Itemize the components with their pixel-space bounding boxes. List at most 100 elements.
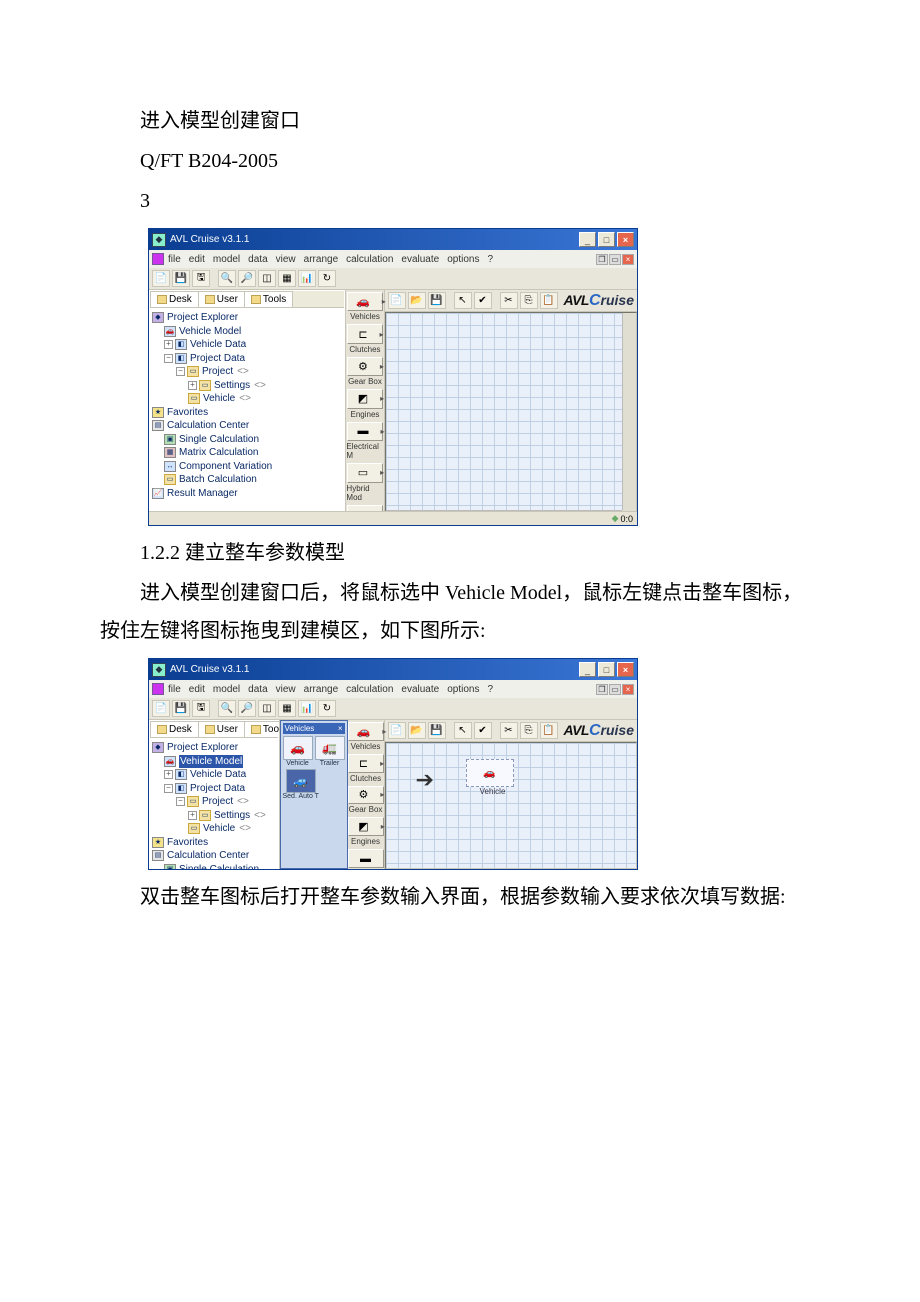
tool-r1-icon[interactable]: 📄 (388, 722, 406, 739)
tree-project-explorer[interactable]: ◆Project Explorer (152, 311, 342, 325)
scrollbar-vertical[interactable] (622, 313, 636, 510)
popup-sedauto-button[interactable]: 🚙 (286, 769, 316, 793)
tab-user[interactable]: User (198, 291, 245, 307)
menu-calculation[interactable]: calculation (346, 254, 393, 265)
tool-r-copy-icon[interactable]: ⎘ (520, 722, 538, 739)
palette-gearbox[interactable]: ⚙ (347, 357, 383, 376)
menu-evaluate[interactable]: evaluate (401, 254, 439, 265)
tree-project[interactable]: −▭Project<> (152, 365, 342, 379)
palette-gearbox[interactable]: ⚙ (348, 786, 384, 805)
tree-single-calc[interactable]: ▣Single Calculation (152, 433, 342, 447)
tree-settings[interactable]: +▭Settings<> (152, 379, 342, 393)
close-button[interactable]: × (617, 662, 634, 677)
expand-icon[interactable]: + (188, 381, 197, 390)
palette-electrical[interactable]: ▬ (347, 422, 383, 441)
tool-r-pointer-icon[interactable]: ↖ (454, 292, 472, 309)
tool-r-open-icon[interactable]: 📂 (408, 292, 426, 309)
maximize-button[interactable]: □ (598, 232, 615, 247)
menu-edit[interactable]: edit (189, 684, 205, 695)
tool-save2-icon[interactable]: 🖫 (192, 270, 210, 287)
tool-zoomarea-icon[interactable]: ◫ (258, 700, 276, 717)
tree-vehicle-model[interactable]: 🚗Vehicle Model (152, 325, 342, 339)
tool-r-open-icon[interactable]: 📂 (408, 722, 426, 739)
tool-new-icon[interactable]: 📄 (152, 270, 170, 287)
menu-data[interactable]: data (248, 254, 267, 265)
tree-result-manager[interactable]: 📈Result Manager (152, 487, 342, 501)
tool-r-pointer-icon[interactable]: ↖ (454, 722, 472, 739)
palette-engines[interactable]: ◩ (347, 389, 383, 408)
tool-grid-icon[interactable]: ▦ (278, 270, 296, 287)
menu-edit[interactable]: edit (189, 254, 205, 265)
collapse-icon[interactable]: − (164, 354, 173, 363)
tab-desk[interactable]: Desk (150, 291, 199, 307)
tool-r-paste-icon[interactable]: 📋 (540, 722, 558, 739)
tree-matrix-calc[interactable]: ▦Matrix Calculation (152, 446, 342, 460)
palette-clutches[interactable]: ⊏ (348, 754, 384, 773)
close-button[interactable]: × (617, 232, 634, 247)
menu-evaluate[interactable]: evaluate (401, 684, 439, 695)
mdi-maximize[interactable]: ▭ (609, 254, 621, 265)
menu-options[interactable]: options (447, 254, 479, 265)
palette-hybrid[interactable]: ▭ (347, 463, 383, 482)
mdi-close[interactable]: × (622, 254, 634, 265)
menu-calculation[interactable]: calculation (346, 684, 393, 695)
tool-chart-icon[interactable]: 📊 (298, 270, 316, 287)
palette-clutches[interactable]: ⊏ (347, 324, 383, 343)
tool-zoomarea-icon[interactable]: ◫ (258, 270, 276, 287)
menu-view[interactable]: view (276, 254, 296, 265)
menu-file[interactable]: file (168, 254, 181, 265)
tool-zoomfit-icon[interactable]: 🔎 (238, 700, 256, 717)
collapse-icon[interactable]: − (176, 367, 185, 376)
menu-model[interactable]: model (213, 684, 240, 695)
tool-r-check-icon[interactable]: ✔ (474, 292, 492, 309)
tree-project[interactable]: −▭Project<> (152, 795, 276, 809)
menu-help[interactable]: ? (487, 254, 493, 265)
menu-model[interactable]: model (213, 254, 240, 265)
menu-help[interactable]: ? (487, 684, 493, 695)
menu-file[interactable]: file (168, 684, 181, 695)
tree-vehicle-model[interactable]: 🚗Vehicle Model (152, 755, 276, 769)
tree-vehicle[interactable]: ▭Vehicle<> (152, 822, 276, 836)
tab-tools[interactable]: Tools (244, 291, 293, 307)
popup-trailer-button[interactable]: 🚛 (315, 736, 345, 760)
palette-engines[interactable]: ◩ (348, 817, 384, 836)
tree-vehicle[interactable]: ▭Vehicle<> (152, 392, 342, 406)
tree-calc-center[interactable]: ▤Calculation Center (152, 419, 342, 433)
palette-more[interactable]: ▬ (348, 849, 384, 868)
tab-user[interactable]: User (198, 721, 245, 737)
tool-save-icon[interactable]: 💾 (172, 700, 190, 717)
tab-desk[interactable]: Desk (150, 721, 199, 737)
tree-project-data[interactable]: −◧Project Data (152, 782, 276, 796)
tool-zoom-icon[interactable]: 🔍 (218, 700, 236, 717)
tree-calc-center[interactable]: ▤Calculation Center (152, 849, 276, 863)
palette-vehicles[interactable]: 🚗 (348, 722, 384, 741)
popup-vehicle-button[interactable]: 🚗 (283, 736, 313, 760)
tree-project-data[interactable]: −◧Project Data (152, 352, 342, 366)
tree-component-variation[interactable]: ↔Component Variation (152, 460, 342, 474)
tree-favorites[interactable]: ★Favorites (152, 406, 342, 420)
mdi-restore[interactable]: ❐ (596, 684, 608, 695)
tool-zoom-icon[interactable]: 🔍 (218, 270, 236, 287)
tree-project-explorer[interactable]: ◆Project Explorer (152, 741, 276, 755)
menu-view[interactable]: view (276, 684, 296, 695)
tool-zoomfit-icon[interactable]: 🔎 (238, 270, 256, 287)
menu-options[interactable]: options (447, 684, 479, 695)
menu-arrange[interactable]: arrange (304, 684, 338, 695)
menu-data[interactable]: data (248, 684, 267, 695)
menu-arrange[interactable]: arrange (304, 254, 338, 265)
tool-grid-icon[interactable]: ▦ (278, 700, 296, 717)
palette-vehicles[interactable]: 🚗 (347, 292, 383, 311)
minimize-button[interactable]: _ (579, 662, 596, 677)
tree-vehicle-data[interactable]: +◧Vehicle Data (152, 338, 342, 352)
minimize-button[interactable]: _ (579, 232, 596, 247)
tool-r-paste-icon[interactable]: 📋 (540, 292, 558, 309)
tree-batch-calc[interactable]: ▭Batch Calculation (152, 473, 342, 487)
tool-chart-icon[interactable]: 📊 (298, 700, 316, 717)
vehicle-block-icon[interactable]: 🚗 (466, 759, 514, 787)
tool-refresh-icon[interactable]: ↻ (318, 270, 336, 287)
dropped-vehicle[interactable]: 🚗 Vehicle (466, 759, 520, 796)
tree-vehicle-data[interactable]: +◧Vehicle Data (152, 768, 276, 782)
tab-tools[interactable]: Tools (244, 721, 280, 737)
tool-r-check-icon[interactable]: ✔ (474, 722, 492, 739)
tool-r-save-icon[interactable]: 💾 (428, 292, 446, 309)
